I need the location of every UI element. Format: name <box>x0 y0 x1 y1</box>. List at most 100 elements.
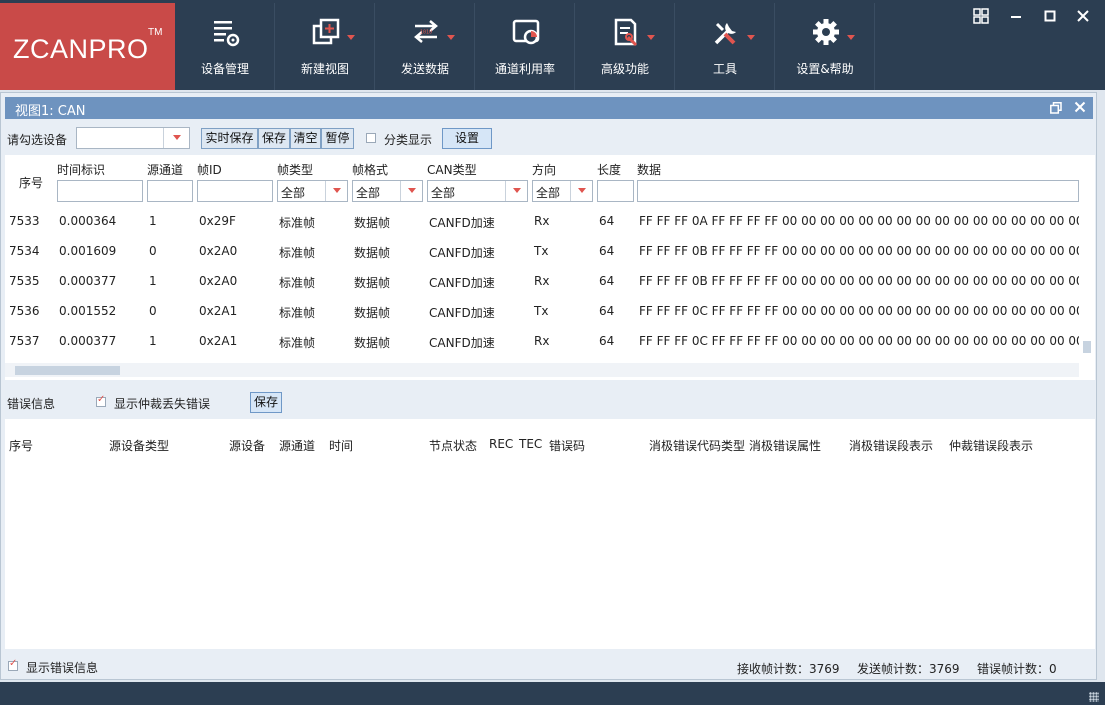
minimize-icon[interactable] <box>1010 8 1022 24</box>
close-icon[interactable] <box>1074 101 1086 113</box>
err-col-header: 序号 <box>9 439 34 453</box>
cell-direction: Rx <box>534 334 550 348</box>
app-status-bar <box>0 682 1105 705</box>
timestamp-filter-input[interactable] <box>57 180 143 202</box>
frame-format-filter-value: 全部 <box>356 186 381 200</box>
settings-button[interactable]: 设置 <box>442 128 492 149</box>
error-save-button[interactable]: 保存 <box>250 392 282 413</box>
svg-text:1010: 1010 <box>420 30 432 36</box>
cell-frame-id: 0x2A0 <box>199 244 238 258</box>
chevron-down-icon <box>747 35 755 40</box>
err-col-header: 源通道 <box>279 439 316 453</box>
app-logo: ZCANPRO TM <box>0 3 175 90</box>
restore-icon[interactable] <box>1050 102 1062 114</box>
cell-timestamp: 0.000377 <box>59 334 117 348</box>
frame-id-filter-input[interactable] <box>197 180 273 202</box>
realtime-save-button[interactable]: 实时保存 <box>201 128 258 149</box>
can-type-filter-select[interactable]: 全部 <box>427 180 528 202</box>
cell-frame-id: 0x2A1 <box>199 304 238 318</box>
cell-channel: 0 <box>149 244 157 258</box>
toolbar-label: 发送数据 <box>400 62 449 76</box>
cell-seq: 7533 <box>9 214 40 228</box>
err-col-header: 错误码 <box>549 439 586 453</box>
toolbar-send-data-button[interactable]: 1010 发送数据 <box>375 3 475 90</box>
col-header-channel: 源通道 <box>147 163 184 177</box>
chevron-down-icon <box>347 35 355 40</box>
save-button[interactable]: 保存 <box>258 128 290 149</box>
show-errors-label: 显示错误信息 <box>26 661 99 675</box>
toolbar-settings-help-button[interactable]: 设置&帮助 <box>775 3 875 90</box>
cell-length: 64 <box>599 214 615 228</box>
vertical-scrollbar[interactable] <box>1079 155 1093 363</box>
cell-direction: Tx <box>534 244 549 258</box>
toolbar-advanced-button[interactable]: 高级功能 <box>575 3 675 90</box>
col-header-frame-type: 帧类型 <box>277 163 314 177</box>
pause-button[interactable]: 暂停 <box>321 128 354 149</box>
table-row[interactable]: 7535 0.000377 1 0x2A0 标准帧 数据帧 CANFD加速 Rx… <box>5 266 1079 296</box>
toolbar-label: 新建视图 <box>300 62 349 76</box>
horizontal-scrollbar-thumb[interactable] <box>15 366 120 375</box>
table-row[interactable]: 7534 0.001609 0 0x2A0 标准帧 数据帧 CANFD加速 Tx… <box>5 236 1079 266</box>
table-row[interactable]: 7537 0.000377 1 0x2A1 标准帧 数据帧 CANFD加速 Rx… <box>5 326 1079 356</box>
cell-channel: 0 <box>149 304 157 318</box>
vertical-scrollbar-thumb[interactable] <box>1083 341 1091 353</box>
err-col-header: 时间 <box>329 439 354 453</box>
err-col-header: 源设备 <box>229 439 266 453</box>
tools-icon <box>714 22 736 45</box>
layout-grid-icon[interactable] <box>973 8 989 24</box>
toolbar-device-manage-button[interactable]: 设备管理 <box>175 3 275 90</box>
err-col-header: 消极错误代码类型 <box>649 439 745 453</box>
chevron-down-icon[interactable] <box>505 181 527 201</box>
err-col-header: 节点状态 <box>429 439 478 453</box>
err-col-header: TEC <box>519 437 543 451</box>
classify-display-checkbox[interactable] <box>366 133 376 143</box>
cell-data: FF FF FF 0C FF FF FF FF 00 00 00 00 00 0… <box>639 304 1079 318</box>
cell-frame-format: 数据帧 <box>354 216 391 230</box>
error-info-bar: 错误信息 显示仲裁丢失错误 保存 <box>1 391 1097 413</box>
cell-seq: 7536 <box>9 304 40 318</box>
horizontal-scrollbar[interactable] <box>5 363 1079 377</box>
col-header-direction: 方向 <box>532 163 557 177</box>
direction-filter-select[interactable]: 全部 <box>532 180 593 202</box>
table-row[interactable]: 7533 0.000364 1 0x29F 标准帧 数据帧 CANFD加速 Rx… <box>5 206 1079 236</box>
cell-data: FF FF FF 0B FF FF FF FF 00 00 00 00 00 0… <box>639 244 1079 258</box>
close-icon[interactable] <box>1076 8 1090 24</box>
status-bar: 显示错误信息 接收帧计数：3769 发送帧计数：3769 错误帧计数：0 <box>1 655 1097 677</box>
frame-format-filter-select[interactable]: 全部 <box>352 180 423 202</box>
channel-filter-input[interactable] <box>147 180 193 202</box>
chevron-down-icon[interactable] <box>400 181 422 201</box>
error-table: 序号 源设备类型 源设备 源通道 时间 节点状态 REC TEC 错误码 消极错… <box>5 419 1095 649</box>
frame-type-filter-select[interactable]: 全部 <box>277 180 348 202</box>
clear-button[interactable]: 清空 <box>290 128 321 149</box>
cell-timestamp: 0.000364 <box>59 214 117 228</box>
advanced-icon <box>614 18 638 47</box>
length-filter-input[interactable] <box>597 180 634 202</box>
chevron-down-icon[interactable] <box>570 181 592 201</box>
show-errors-checkbox[interactable] <box>8 658 18 671</box>
cell-direction: Rx <box>534 214 550 228</box>
error-frame-count: 错误帧计数：0 <box>977 662 1057 676</box>
chevron-down-icon <box>447 35 455 40</box>
cell-length: 64 <box>599 244 615 258</box>
toolbar-tools-button[interactable]: 工具 <box>675 3 775 90</box>
col-header-seq: 序号 <box>19 176 44 190</box>
chevron-down-icon[interactable] <box>163 128 189 148</box>
view-title-bar: 视图1: CAN <box>5 97 1093 119</box>
maximize-icon[interactable] <box>1044 8 1056 24</box>
chevron-down-icon[interactable] <box>325 181 347 201</box>
toolbar-label: 通道利用率 <box>494 62 555 76</box>
cell-length: 64 <box>599 304 615 318</box>
data-filter-input[interactable] <box>637 180 1079 202</box>
cell-frame-format: 数据帧 <box>354 306 391 320</box>
table-row[interactable]: 7536 0.001552 0 0x2A1 标准帧 数据帧 CANFD加速 Tx… <box>5 296 1079 326</box>
resize-grip-icon[interactable] <box>1089 692 1099 702</box>
cell-frame-format: 数据帧 <box>354 246 391 260</box>
show-arb-lost-checkbox[interactable] <box>96 394 106 407</box>
toolbar-channel-usage-button[interactable]: 通道利用率 <box>475 3 575 90</box>
device-select[interactable] <box>76 127 190 149</box>
settings-gear-icon <box>813 19 839 45</box>
toolbar-label: 设备管理 <box>200 62 249 76</box>
cell-can-type: CANFD加速 <box>429 306 495 320</box>
toolbar-new-view-button[interactable]: 新建视图 <box>275 3 375 90</box>
frame-type-filter-value: 全部 <box>281 186 306 200</box>
